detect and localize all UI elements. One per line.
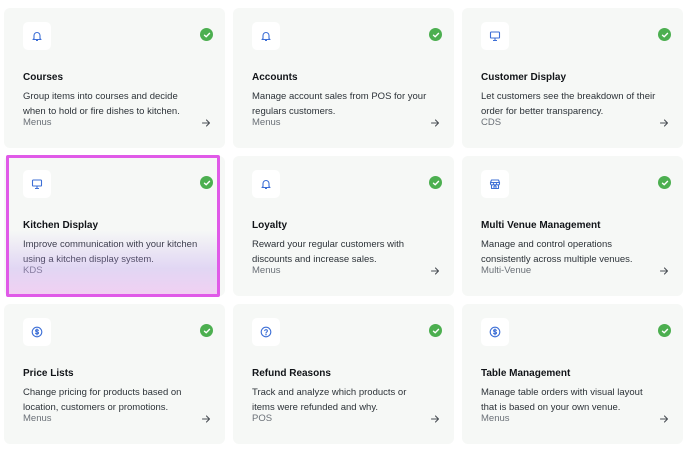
- monitor-icon: [31, 179, 43, 190]
- card-price-lists[interactable]: Price Lists Change pricing for products …: [4, 304, 225, 444]
- arrow-right-icon[interactable]: [430, 266, 440, 276]
- card-title: Accounts: [252, 72, 298, 83]
- card-description: Track and analyze which products or item…: [252, 387, 407, 413]
- card-footer: Menus: [252, 117, 440, 128]
- enabled-check-icon: [429, 324, 442, 337]
- enabled-check-icon: [200, 176, 213, 189]
- card-icon-box: [481, 318, 509, 346]
- card-description: Let customers see the breakdown of their…: [481, 91, 656, 117]
- arrow-right-icon[interactable]: [659, 414, 669, 424]
- enabled-check-icon: [658, 28, 671, 41]
- dollar-icon: [489, 326, 501, 338]
- card-description: Manage and control operations consistent…: [481, 239, 633, 265]
- card-icon-box: [481, 22, 509, 50]
- arrow-right-icon[interactable]: [201, 414, 211, 424]
- card-title: Multi Venue Management: [481, 220, 601, 231]
- card-title: Price Lists: [23, 368, 74, 379]
- arrow-right-icon[interactable]: [201, 118, 211, 128]
- enabled-check-icon: [429, 176, 442, 189]
- card-multi-venue-management[interactable]: Multi Venue Management Manage and contro…: [462, 156, 683, 296]
- arrow-right-icon[interactable]: [659, 266, 669, 276]
- card-category: KDS: [23, 265, 43, 276]
- card-icon-box: [252, 318, 280, 346]
- card-title: Courses: [23, 72, 64, 83]
- card-refund-reasons[interactable]: Refund Reasons Track and analyze which p…: [233, 304, 454, 444]
- integrations-grid: Courses Group items into courses and dec…: [4, 8, 684, 444]
- card-description: Reward your regular customers with disco…: [252, 239, 405, 265]
- enabled-check-icon: [200, 324, 213, 337]
- card-courses[interactable]: Courses Group items into courses and dec…: [4, 8, 225, 148]
- card-title: Kitchen Display: [23, 220, 99, 231]
- card-category: Menus: [252, 117, 281, 128]
- card-footer: CDS: [481, 117, 669, 128]
- card-table-management[interactable]: Table Management Manage table orders wit…: [462, 304, 683, 444]
- arrow-right-icon[interactable]: [430, 118, 440, 128]
- enabled-check-icon: [429, 28, 442, 41]
- card-category: Menus: [481, 413, 510, 424]
- card-accounts[interactable]: Accounts Manage account sales from POS f…: [233, 8, 454, 148]
- card-icon-box: [23, 22, 51, 50]
- card-footer: Menus: [252, 265, 440, 276]
- card-category: Menus: [252, 265, 281, 276]
- card-kitchen-display[interactable]: Kitchen Display Improve communication wi…: [4, 156, 225, 296]
- card-footer: Multi-Venue: [481, 265, 669, 276]
- card-footer: POS: [252, 413, 440, 424]
- card-customer-display[interactable]: Customer Display Let customers see the b…: [462, 8, 683, 148]
- card-footer: Menus: [481, 413, 669, 424]
- card-category: Multi-Venue: [481, 265, 532, 276]
- card-description: Group items into courses and decide when…: [23, 91, 180, 117]
- enabled-check-icon: [658, 324, 671, 337]
- bell-icon: [261, 180, 271, 190]
- card-description: Manage table orders with visual layout t…: [481, 387, 643, 413]
- arrow-right-icon[interactable]: [659, 118, 669, 128]
- dollar-icon: [31, 326, 43, 338]
- card-icon-box: [23, 170, 51, 198]
- card-category: CDS: [481, 117, 502, 128]
- card-icon-box: [252, 170, 280, 198]
- card-category: Menus: [23, 117, 52, 128]
- card-footer: KDS: [23, 265, 211, 276]
- arrow-right-icon[interactable]: [430, 414, 440, 424]
- card-title: Loyalty: [252, 220, 288, 231]
- card-description: Change pricing for products based on loc…: [23, 387, 182, 413]
- card-footer: Menus: [23, 413, 211, 424]
- card-description: Manage account sales from POS for your r…: [252, 91, 427, 117]
- card-category: POS: [252, 413, 273, 424]
- card-loyalty[interactable]: Loyalty Reward your regular customers wi…: [233, 156, 454, 296]
- bell-icon: [261, 32, 271, 42]
- enabled-check-icon: [200, 28, 213, 41]
- card-icon-box: [481, 170, 509, 198]
- card-title: Table Management: [481, 368, 571, 379]
- card-category: Menus: [23, 413, 52, 424]
- monitor-icon: [489, 31, 501, 42]
- card-icon-box: [23, 318, 51, 346]
- card-title: Refund Reasons: [252, 368, 331, 379]
- card-description: Improve communication with your kitchen …: [23, 239, 198, 265]
- bell-icon: [32, 32, 42, 42]
- question-icon: [260, 326, 272, 338]
- store-icon: [489, 179, 501, 190]
- card-footer: Menus: [23, 117, 211, 128]
- card-title: Customer Display: [481, 72, 567, 83]
- enabled-check-icon: [658, 176, 671, 189]
- card-icon-box: [252, 22, 280, 50]
